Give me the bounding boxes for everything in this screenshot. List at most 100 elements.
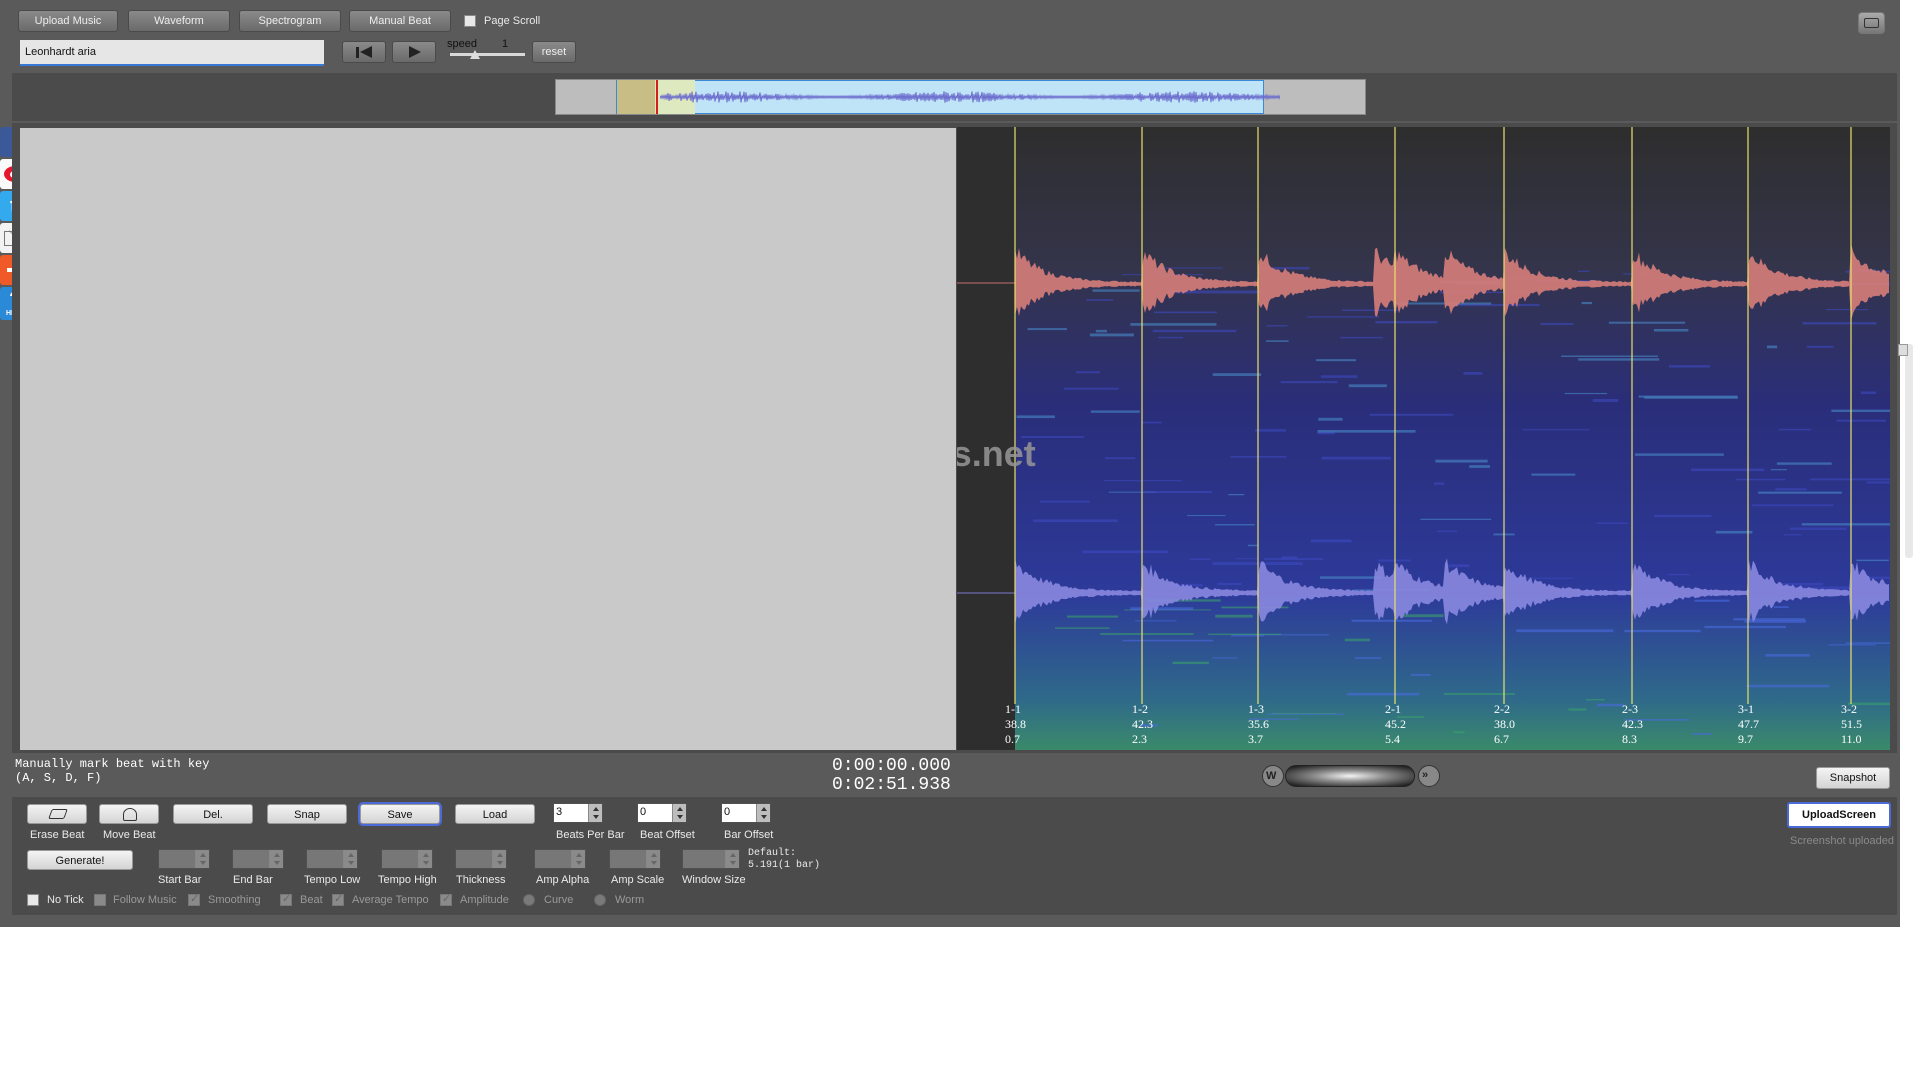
spectrogram-button[interactable]: Spectrogram (239, 10, 341, 32)
start-bar-label: Start Bar (158, 874, 202, 886)
tempo-low-stepper[interactable] (306, 849, 358, 869)
default-line-2: 5.191(1 bar) (748, 860, 821, 871)
load-button[interactable]: Load (455, 804, 535, 824)
manual-beat-button[interactable]: Manual Beat (349, 10, 451, 32)
beat-time: 6.7 (1494, 732, 1509, 746)
amplitude-label: Amplitude (460, 894, 509, 906)
skip-back-icon (356, 47, 359, 58)
beat-id: 1-3 (1248, 702, 1264, 716)
speed-slider[interactable] (450, 50, 525, 59)
beat-time: 3.7 (1248, 732, 1263, 746)
watermark: www.Vmus.net (957, 433, 1036, 474)
rewind-button[interactable] (342, 41, 386, 63)
beat-id: 2-1 (1385, 702, 1401, 716)
snapshot-button[interactable]: Snapshot (1816, 767, 1890, 789)
beats-per-bar-stepper[interactable]: 3 (553, 803, 603, 823)
hint-line-1: Manually mark beat with key (15, 757, 210, 771)
song-title-text: Leonhardt aria (25, 46, 96, 58)
window-size-stepper[interactable] (682, 849, 740, 869)
beat-time: 0.7 (1005, 732, 1020, 746)
camera-icon[interactable] (1858, 12, 1885, 34)
beat-time: 2.3 (1132, 732, 1147, 746)
worm-radio[interactable] (594, 894, 606, 906)
overview-waveform[interactable] (555, 79, 1366, 115)
speed-label: speed (447, 38, 477, 50)
save-button[interactable]: Save (360, 804, 440, 824)
score-canvas[interactable] (20, 128, 956, 750)
end-bar-stepper[interactable] (232, 849, 284, 869)
beat-tempo: 47.7 (1738, 717, 1759, 731)
hint-line-2: (A, S, D, F) (15, 771, 102, 785)
beat-tempo: 42.3 (1622, 717, 1643, 731)
upload-screen-button[interactable]: UploadScreen (1787, 802, 1891, 828)
beat-tempo: 45.2 (1385, 717, 1406, 731)
generate-button[interactable]: Generate! (27, 850, 133, 870)
start-bar-stepper[interactable] (158, 849, 210, 869)
bar-offset-stepper[interactable]: 0 (721, 803, 771, 823)
smoothing-checkbox[interactable]: ✓ (188, 893, 200, 906)
play-icon (409, 46, 421, 58)
amp-scale-stepper[interactable] (609, 849, 661, 869)
total-time: 0:02:51.938 (832, 775, 951, 795)
play-button[interactable] (392, 41, 436, 63)
amplitude-checkbox[interactable]: ✓ (440, 893, 452, 906)
erase-beat-button[interactable] (27, 804, 87, 824)
overview-playhead[interactable] (656, 80, 658, 114)
move-beat-button[interactable] (99, 804, 159, 824)
zoom-slider[interactable] (1285, 765, 1415, 787)
beat-label: 2-1 45.2 5.4 (1385, 702, 1406, 747)
scroll-arrow-icon[interactable] (1898, 344, 1908, 356)
beat-tempo: 51.5 (1841, 717, 1862, 731)
follow-music-checkbox[interactable] (94, 894, 106, 906)
delete-button[interactable]: Del. (173, 804, 253, 824)
tempo-low-label: Tempo Low (304, 874, 361, 886)
average-tempo-checkbox[interactable]: ✓ (332, 893, 344, 906)
speed-value: 1 (502, 38, 509, 50)
bar-offset-label: Bar Offset (724, 829, 774, 841)
waveform-toggle-icon[interactable]: W (1262, 765, 1284, 787)
beat-tempo: 38.0 (1494, 717, 1515, 731)
smoothing-label: Smoothing (208, 894, 261, 906)
current-time: 0:00:00.000 (832, 756, 951, 776)
app-window: Upload Music Waveform Spectrogram Manual… (0, 0, 1913, 927)
beat-checkbox[interactable]: ✓ (280, 893, 292, 906)
beat-offset-label: Beat Offset (640, 829, 695, 841)
beat-id: 1-2 (1132, 702, 1148, 716)
beat-label: 3-1 47.7 9.7 (1738, 702, 1759, 747)
thickness-stepper[interactable] (455, 849, 507, 869)
speed-slider-thumb[interactable] (470, 50, 480, 59)
curve-radio[interactable] (523, 894, 535, 906)
beat-id: 2-3 (1622, 702, 1638, 716)
upload-music-button[interactable]: Upload Music (18, 10, 118, 32)
beat-time: 9.7 (1738, 732, 1753, 746)
end-bar-label: End Bar (233, 874, 273, 886)
reset-button[interactable]: reset (532, 41, 576, 63)
beat-label: 1-1 38.8 0.7 (1005, 702, 1026, 747)
page-scroll-label: Page Scroll (484, 15, 541, 27)
average-tempo-label: Average Tempo (352, 894, 429, 906)
overview-view-marker[interactable] (617, 80, 655, 114)
waveform-button[interactable]: Waveform (128, 10, 230, 32)
beat-label: 1-2 42.3 2.3 (1132, 702, 1153, 747)
erase-beat-label: Erase Beat (30, 829, 85, 841)
page-scroll-checkbox[interactable] (464, 15, 476, 27)
tempo-high-label: Tempo High (378, 874, 437, 886)
snap-button[interactable]: Snap (267, 804, 347, 824)
vertical-scrollbar[interactable] (1905, 344, 1913, 558)
spectrogram-canvas (957, 127, 1890, 750)
beat-offset-stepper[interactable]: 0 (637, 803, 687, 823)
song-title-field[interactable]: Leonhardt aria (20, 40, 324, 66)
amp-alpha-label: Amp Alpha (536, 874, 590, 886)
tempo-high-stepper[interactable] (381, 849, 433, 869)
beat-id: 3-1 (1738, 702, 1754, 716)
thickness-label: Thickness (456, 874, 506, 886)
amp-alpha-stepper[interactable] (534, 849, 586, 869)
beats-per-bar-value: 3 (556, 806, 563, 818)
beat-label: 2-3 42.3 8.3 (1622, 702, 1643, 747)
no-tick-checkbox[interactable] (27, 894, 39, 906)
spectrogram-view[interactable]: 1-1 38.8 0.7 1-2 42.3 2.3 1-3 35.6 3.7 2-1 45.2 5.4… (957, 127, 1890, 750)
no-tick-label: No Tick (47, 894, 84, 906)
fast-forward-icon[interactable]: » (1418, 765, 1440, 787)
follow-music-label: Follow Music (113, 894, 177, 906)
beat-time: 5.4 (1385, 732, 1400, 746)
